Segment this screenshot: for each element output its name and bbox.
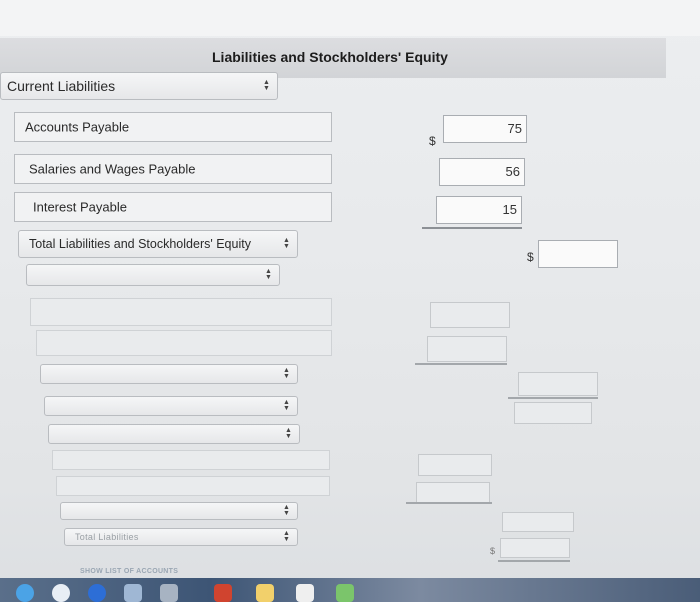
amount-input-blank-4[interactable] — [514, 402, 592, 424]
app-icon[interactable] — [296, 584, 314, 602]
account-select-blank-2[interactable]: ▲ ▼ — [40, 364, 298, 384]
chevron-updown-icon: ▲ ▼ — [285, 427, 292, 440]
chevron-updown-icon: ▲ ▼ — [263, 79, 270, 92]
amount-input-salaries-wages-payable[interactable]: 56 — [439, 158, 525, 186]
chevron-updown-icon: ▲ ▼ — [283, 237, 290, 250]
amount-input-blank-6[interactable] — [416, 482, 490, 504]
finder-icon[interactable] — [16, 584, 34, 602]
chevron-updown-icon: ▲ ▼ — [283, 399, 290, 412]
currency-symbol: $ — [527, 250, 534, 264]
chevron-updown-icon: ▲ ▼ — [283, 367, 290, 380]
account-field-blank-3[interactable] — [52, 450, 330, 470]
account-label: Interest Payable — [33, 199, 127, 215]
chevron-updown-icon: ▲ ▼ — [265, 268, 272, 281]
amount-input-blank-3[interactable] — [518, 372, 598, 396]
total-amount-input[interactable] — [538, 240, 618, 268]
amount-input-total-liabilities[interactable] — [500, 538, 570, 558]
subtotal-underline — [415, 363, 507, 365]
account-field-interest-payable[interactable]: Interest Payable — [14, 192, 332, 222]
account-field-salaries-wages-payable[interactable]: Salaries and Wages Payable — [14, 154, 332, 184]
amount-value: 75 — [507, 121, 522, 136]
account-label: Salaries and Wages Payable — [29, 161, 196, 177]
amount-input-interest-payable[interactable]: 15 — [436, 196, 522, 224]
account-label: Accounts Payable — [25, 119, 130, 135]
amount-value: 15 — [502, 202, 517, 217]
app-icon[interactable] — [52, 584, 70, 602]
page-title: Liabilities and Stockholders' Equity — [212, 49, 448, 65]
account-field-blank-1[interactable] — [30, 298, 332, 326]
subtotal-underline — [508, 397, 598, 399]
chevron-updown-icon: ▲ ▼ — [283, 504, 290, 517]
amount-input-accounts-payable[interactable]: 75 — [443, 115, 527, 143]
amount-input-blank-5[interactable] — [418, 454, 492, 476]
total-liabilities-select[interactable]: Total Liabilities ▲ ▼ — [64, 528, 298, 546]
account-field-blank-2[interactable] — [36, 330, 332, 356]
amount-input-blank-7[interactable] — [502, 512, 574, 532]
app-icon[interactable] — [88, 584, 106, 602]
total-liabilities-label: Total Liabilities — [75, 532, 139, 542]
subtotal-underline — [406, 502, 492, 504]
total-liabilities-equity-select[interactable]: Total Liabilities and Stockholders' Equi… — [18, 230, 298, 258]
currency-symbol: $ — [429, 134, 436, 148]
account-select-blank-5[interactable]: ▲ ▼ — [60, 502, 298, 520]
account-field-blank-4[interactable] — [56, 476, 330, 496]
account-field-accounts-payable[interactable]: Accounts Payable — [14, 112, 332, 142]
currency-symbol: $ — [490, 546, 496, 556]
account-select-blank-3[interactable]: ▲ ▼ — [44, 396, 298, 416]
app-icon[interactable] — [160, 584, 178, 602]
app-icon[interactable] — [336, 584, 354, 602]
worksheet-panel: Current Liabilities ▲ ▼ Accounts Payable … — [0, 72, 700, 578]
notes-icon[interactable] — [256, 584, 274, 602]
app-icon[interactable] — [214, 584, 232, 602]
amount-input-blank-1[interactable] — [430, 302, 510, 328]
chevron-updown-icon: ▲ ▼ — [283, 530, 290, 543]
os-dock — [0, 578, 700, 602]
subtotal-underline — [422, 227, 522, 229]
current-liabilities-select[interactable]: Current Liabilities ▲ ▼ — [0, 72, 278, 100]
account-select-blank-4[interactable]: ▲ ▼ — [48, 424, 300, 444]
amount-value: 56 — [505, 164, 520, 179]
show-list-of-accounts-link[interactable]: SHOW LIST OF ACCOUNTS — [80, 568, 178, 575]
app-icon[interactable] — [124, 584, 142, 602]
select-label: Total Liabilities and Stockholders' Equi… — [29, 237, 251, 251]
amount-input-blank-2[interactable] — [427, 336, 507, 362]
subtotal-underline — [498, 560, 570, 562]
browser-top-strip — [0, 0, 700, 36]
account-select-blank-1[interactable]: ▲ ▼ — [26, 264, 280, 286]
select-label: Current Liabilities — [7, 78, 116, 94]
